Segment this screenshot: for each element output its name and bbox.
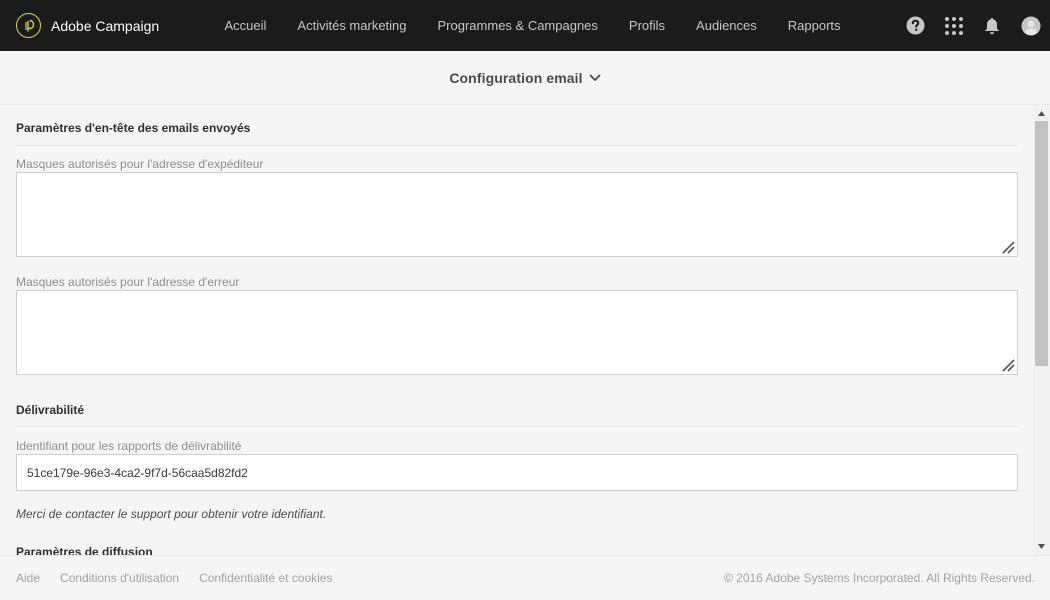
deliverability-id-label: Identifiant pour les rapports de délivra… xyxy=(16,439,242,453)
main-nav: Accueil Activités marketing Programmes &… xyxy=(209,0,856,51)
deliverability-help-text: Merci de contacter le support pour obten… xyxy=(16,507,327,521)
deliverability-id-input[interactable]: 51ce179e-96e3-4ca2-9f7d-56caa5d82fd2 xyxy=(16,454,1018,491)
chevron-down-icon[interactable] xyxy=(589,74,601,82)
top-icons xyxy=(896,0,1050,51)
content-area: Paramètres d'en-tête des emails envoyés … xyxy=(0,105,1033,555)
section-title-header-params: Paramètres d'en-tête des emails envoyés xyxy=(16,121,251,135)
copyright-text: © 2016 Adobe Systems Incorporated. All R… xyxy=(723,571,1035,585)
page-header: Configuration email xyxy=(0,51,1050,105)
section-title-delivery-params: Paramètres de diffusion xyxy=(16,545,153,555)
app-name: Adobe Campaign xyxy=(51,17,160,34)
error-mask-textarea[interactable] xyxy=(16,290,1018,375)
apps-grid-icon[interactable] xyxy=(935,0,974,51)
footer-link-conditions[interactable]: Conditions d'utilisation xyxy=(60,571,179,585)
nav-item-audiences[interactable]: Audiences xyxy=(681,0,773,51)
page-title[interactable]: Configuration email xyxy=(449,70,582,86)
section-title-deliverability: Délivrabilité xyxy=(16,403,85,417)
section-divider xyxy=(16,426,1017,427)
nav-item-accueil[interactable]: Accueil xyxy=(209,0,282,51)
section-divider xyxy=(16,145,1017,146)
footer-link-confidentialite[interactable]: Confidentialité et cookies xyxy=(199,571,332,585)
top-navigation-bar: Adobe Campaign Accueil Activités marketi… xyxy=(0,0,1050,51)
deliverability-id-value: 51ce179e-96e3-4ca2-9f7d-56caa5d82fd2 xyxy=(27,465,248,480)
scroll-up-arrow-icon[interactable] xyxy=(1033,105,1050,122)
resize-handle-icon[interactable] xyxy=(1001,240,1015,254)
footer: Aide Conditions d'utilisation Confidenti… xyxy=(0,555,1050,600)
brand[interactable]: Adobe Campaign xyxy=(0,0,159,51)
scroll-down-arrow-icon[interactable] xyxy=(1033,538,1050,555)
error-mask-label: Masques autorisés pour l'adresse d'erreu… xyxy=(16,275,240,289)
notification-bell-icon[interactable] xyxy=(973,0,1012,51)
resize-handle-icon[interactable] xyxy=(1001,358,1015,372)
nav-item-rapports[interactable]: Rapports xyxy=(772,0,856,51)
vertical-scrollbar[interactable] xyxy=(1033,105,1050,555)
adobe-campaign-logo-icon xyxy=(16,13,41,38)
help-icon[interactable] xyxy=(896,0,935,51)
nav-item-programmes-campagnes[interactable]: Programmes & Campagnes xyxy=(422,0,613,51)
sender-mask-textarea[interactable] xyxy=(16,172,1018,257)
user-avatar-icon[interactable] xyxy=(1012,0,1050,51)
sender-mask-label: Masques autorisés pour l'adresse d'expéd… xyxy=(16,157,264,171)
nav-item-activites-marketing[interactable]: Activités marketing xyxy=(282,0,422,51)
scrollbar-thumb[interactable] xyxy=(1035,121,1048,366)
nav-item-profils[interactable]: Profils xyxy=(613,0,680,51)
footer-link-aide[interactable]: Aide xyxy=(16,571,40,585)
